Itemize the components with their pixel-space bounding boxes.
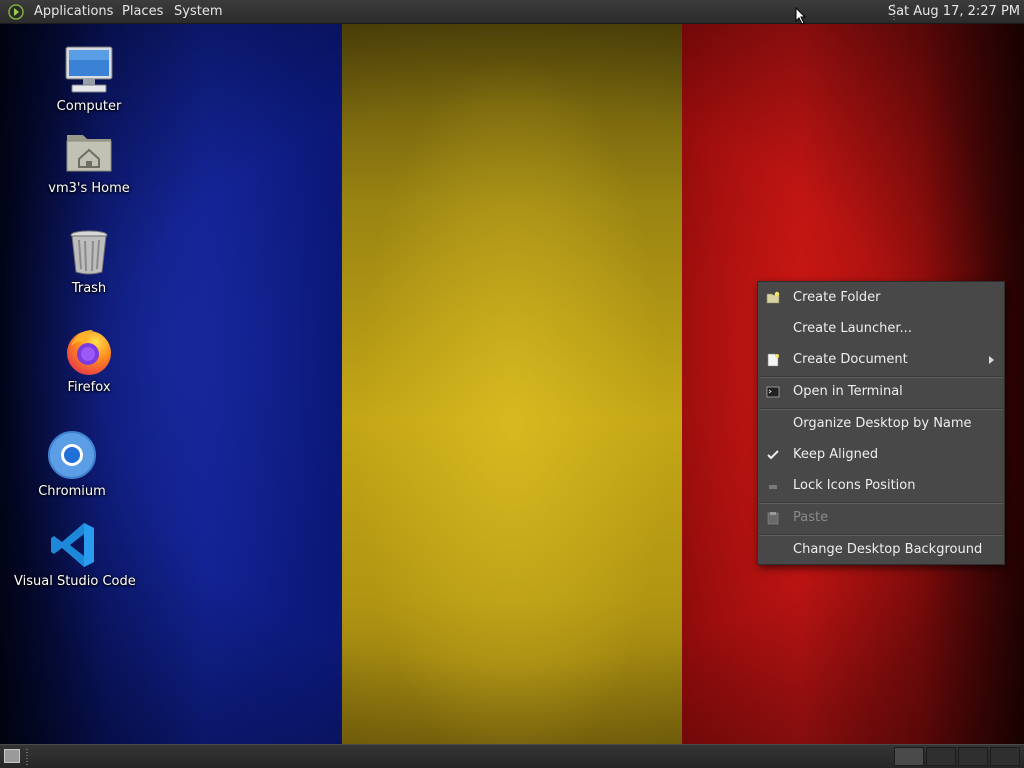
desktop-icon-label: Computer [56, 99, 122, 114]
bottom-panel [0, 744, 1024, 768]
desktop-icon-chromium[interactable]: Chromium [27, 430, 117, 499]
desktop-icon-firefox[interactable]: Firefox [44, 326, 134, 395]
new-folder-icon [766, 291, 780, 304]
workspace-4[interactable] [990, 747, 1020, 766]
menu-item-label: Organize Desktop by Name [793, 416, 972, 431]
desktop-icon-label: Trash [71, 281, 107, 296]
chromium-icon [46, 430, 98, 480]
menu-item-organize-by-name[interactable]: Organize Desktop by Name [758, 409, 1004, 439]
terminal-icon [766, 386, 780, 398]
menu-item-label: Create Launcher... [793, 321, 912, 336]
menu-item-keep-aligned[interactable]: Keep Aligned [758, 440, 1004, 470]
trash-icon [63, 227, 115, 277]
home-folder-icon [63, 127, 115, 177]
menu-item-label: Lock Icons Position [793, 478, 916, 493]
desktop-icon-label: Chromium [38, 484, 106, 499]
show-desktop-icon[interactable] [4, 749, 20, 763]
vscode-icon [48, 520, 100, 570]
desktop-icon-label: vm3's Home [48, 181, 130, 196]
menu-item-create-document[interactable]: Create Document [758, 345, 1004, 375]
applications-menu[interactable]: Applications [32, 0, 115, 24]
menu-item-create-launcher[interactable]: Create Launcher... [758, 314, 1004, 344]
firefox-icon [63, 326, 115, 376]
menu-item-label: Paste [793, 510, 829, 525]
new-document-icon [767, 353, 779, 367]
menu-item-label: Change Desktop Background [793, 542, 983, 557]
desktop-icon-trash[interactable]: Trash [44, 227, 134, 296]
mouse-cursor-icon [795, 7, 807, 25]
top-panel: Applications Places System Sat Aug 17, 2… [0, 0, 1024, 24]
menu-item-change-background[interactable]: Change Desktop Background [758, 535, 1004, 565]
desktop-icon-computer[interactable]: Computer [44, 45, 134, 114]
menu-item-label: Keep Aligned [793, 447, 879, 462]
desktop-icon-label: Visual Studio Code [14, 574, 136, 589]
desktop-icon-home[interactable]: vm3's Home [44, 127, 134, 196]
panel-separator [26, 749, 28, 765]
menu-item-label: Open in Terminal [793, 384, 903, 399]
clock[interactable]: Sat Aug 17, 2:27 PM [888, 0, 1020, 24]
workspace-3[interactable] [958, 747, 988, 766]
submenu-arrow-icon [989, 356, 994, 364]
paste-icon [767, 512, 779, 525]
desktop-icon-vscode[interactable]: Visual Studio Code [14, 520, 136, 589]
menu-item-open-terminal[interactable]: Open in Terminal [758, 377, 1004, 407]
workspace-1[interactable] [894, 747, 924, 766]
desktop-icon-label: Firefox [67, 380, 111, 395]
computer-icon [63, 45, 115, 95]
applications-logo-icon[interactable] [8, 4, 24, 20]
checkmark-icon [767, 450, 779, 460]
places-menu[interactable]: Places [120, 0, 165, 24]
menu-item-label: Create Document [793, 352, 908, 367]
workspace-2[interactable] [926, 747, 956, 766]
menu-item-paste[interactable]: Paste [758, 503, 1004, 533]
lock-icon [769, 485, 777, 489]
menu-item-label: Create Folder [793, 290, 881, 305]
desktop-context-menu: Create Folder Create Launcher... Create … [757, 281, 1005, 565]
menu-item-lock-icons[interactable]: Lock Icons Position [758, 471, 1004, 501]
system-menu[interactable]: System [172, 0, 224, 24]
menu-item-create-folder[interactable]: Create Folder [758, 283, 1004, 313]
